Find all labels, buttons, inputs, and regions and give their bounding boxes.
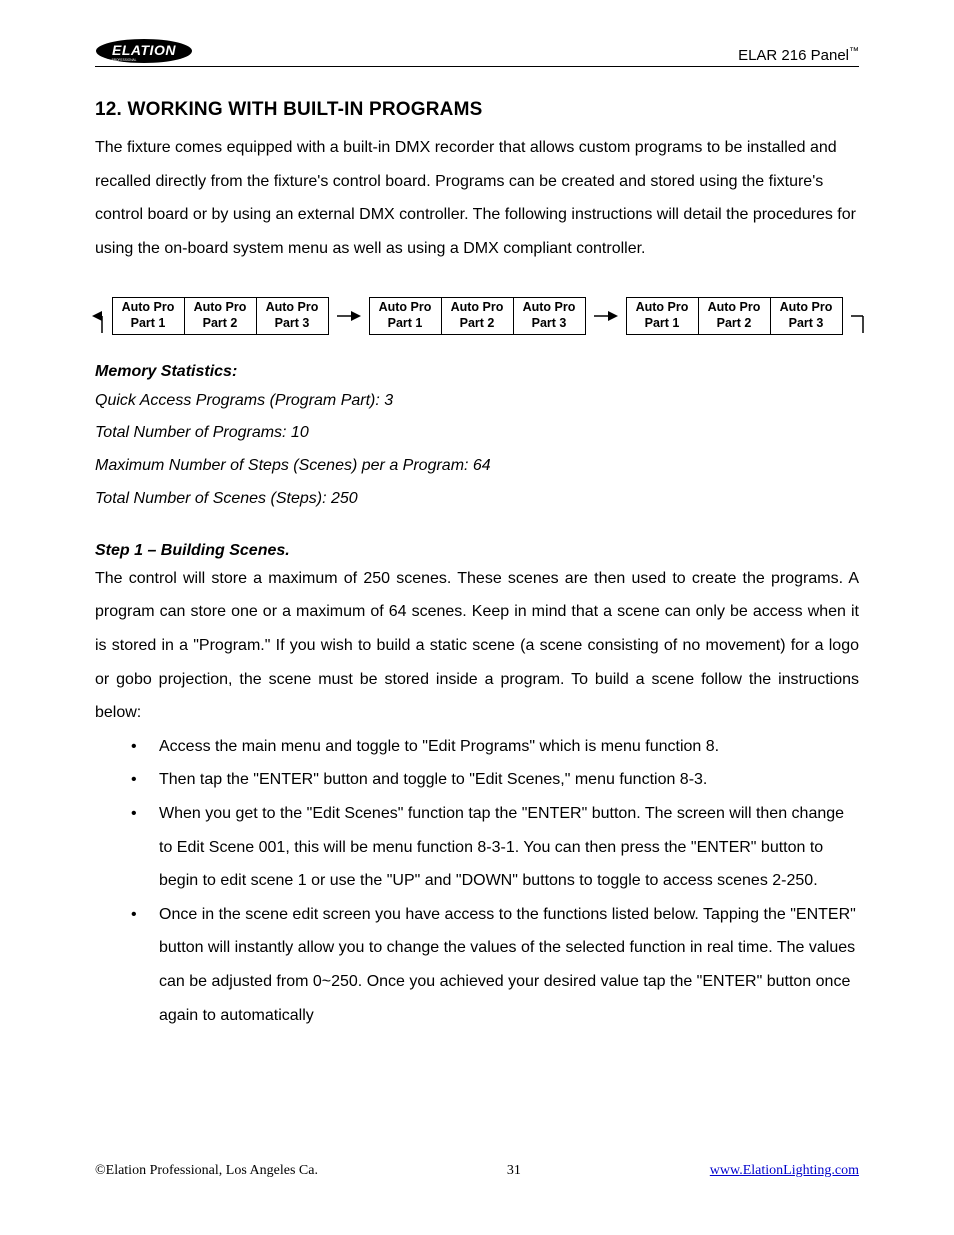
list-item: Then tap the "ENTER" button and toggle t… bbox=[159, 763, 859, 797]
memory-stats-heading: Memory Statistics: bbox=[95, 363, 859, 381]
program-cell: Auto Pro Part 2 bbox=[184, 298, 256, 333]
document-page: ELATION PROFESSIONAL ELAR 216 Panel™ 12.… bbox=[0, 0, 954, 1235]
arrow-icon bbox=[594, 310, 618, 322]
page-footer: ©Elation Professional, Los Angeles Ca. 3… bbox=[95, 1163, 859, 1179]
list-item: When you get to the "Edit Scenes" functi… bbox=[159, 797, 859, 898]
arrow-icon bbox=[851, 299, 865, 333]
program-cell: Auto Pro Part 2 bbox=[441, 298, 513, 333]
memory-stats-block: Quick Access Programs (Program Part): 3 … bbox=[95, 385, 859, 516]
program-group: Auto Pro Part 1 Auto Pro Part 2 Auto Pro… bbox=[112, 297, 329, 334]
arrow-icon bbox=[90, 299, 104, 333]
step-body: The control will store a maximum of 250 … bbox=[95, 562, 859, 730]
program-flow-diagram: Auto Pro Part 1 Auto Pro Part 2 Auto Pro… bbox=[95, 297, 859, 334]
product-name-text: ELAR 216 Panel bbox=[738, 47, 849, 64]
footer-link[interactable]: www.ElationLighting.com bbox=[710, 1163, 859, 1179]
page-header: ELATION PROFESSIONAL ELAR 216 Panel™ bbox=[95, 38, 859, 67]
instruction-list: Access the main menu and toggle to "Edit… bbox=[95, 730, 859, 1032]
brand-logo: ELATION PROFESSIONAL bbox=[95, 38, 193, 64]
product-name: ELAR 216 Panel™ bbox=[738, 46, 859, 64]
memory-stat-line: Total Number of Scenes (Steps): 250 bbox=[95, 483, 859, 516]
program-cell: Auto Pro Part 1 bbox=[627, 298, 698, 333]
program-cell: Auto Pro Part 3 bbox=[256, 298, 328, 333]
list-item: Access the main menu and toggle to "Edit… bbox=[159, 730, 859, 764]
footer-copyright: ©Elation Professional, Los Angeles Ca. bbox=[95, 1163, 318, 1179]
svg-text:PROFESSIONAL: PROFESSIONAL bbox=[112, 58, 137, 62]
section-title: 12. WORKING WITH BUILT-IN PROGRAMS bbox=[95, 99, 859, 121]
program-group: Auto Pro Part 1 Auto Pro Part 2 Auto Pro… bbox=[626, 297, 843, 334]
program-cell: Auto Pro Part 3 bbox=[513, 298, 585, 333]
program-cell: Auto Pro Part 1 bbox=[113, 298, 184, 333]
step-heading: Step 1 – Building Scenes. bbox=[95, 542, 859, 560]
program-cell: Auto Pro Part 3 bbox=[770, 298, 842, 333]
section-intro: The fixture comes equipped with a built-… bbox=[95, 131, 859, 265]
program-cell: Auto Pro Part 2 bbox=[698, 298, 770, 333]
list-item: Once in the scene edit screen you have a… bbox=[159, 898, 859, 1032]
memory-stat-line: Quick Access Programs (Program Part): 3 bbox=[95, 385, 859, 418]
arrow-icon bbox=[337, 310, 361, 322]
trademark-symbol: ™ bbox=[849, 46, 859, 57]
memory-stat-line: Total Number of Programs: 10 bbox=[95, 417, 859, 450]
svg-text:ELATION: ELATION bbox=[112, 42, 176, 58]
program-cell: Auto Pro Part 1 bbox=[370, 298, 441, 333]
footer-page-number: 31 bbox=[507, 1163, 521, 1179]
program-group: Auto Pro Part 1 Auto Pro Part 2 Auto Pro… bbox=[369, 297, 586, 334]
memory-stat-line: Maximum Number of Steps (Scenes) per a P… bbox=[95, 450, 859, 483]
